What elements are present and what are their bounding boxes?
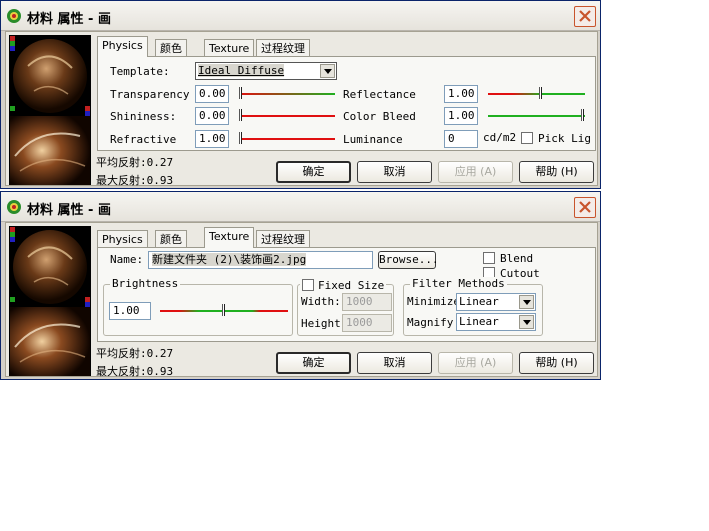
minimize-label: Minimize — [407, 295, 460, 308]
close-icon — [579, 10, 591, 22]
refractive-label: Refractive — [110, 133, 177, 146]
apply-button[interactable]: 应用 (A) — [438, 352, 513, 374]
texture-preview-image — [10, 116, 90, 185]
shininess-input[interactable]: 0.00 — [195, 107, 229, 125]
material-properties-window-texture: 材料 属性 - 画 Physics 颜色 Texture 过程纹理 Name: … — [0, 191, 601, 380]
luminance-unit: cd/m2 — [483, 131, 517, 144]
minimize-value: Linear — [459, 295, 499, 308]
cancel-button[interactable]: 取消 — [357, 161, 432, 183]
transparency-label: Transparency — [110, 88, 190, 101]
tab-texture[interactable]: Texture — [204, 39, 255, 57]
max-reflectance: 最大反射:0.93 — [96, 365, 174, 378]
browse-button[interactable]: Browse... — [378, 251, 439, 269]
width-label: Width: — [301, 295, 341, 308]
brightness-group: Brightness 1.00 — [103, 277, 293, 336]
name-label: Name: — [110, 253, 144, 266]
texture-panel: Name: 新建文件夹 (2)\装饰画2.jpg Browse... Blend… — [97, 247, 596, 342]
chevron-down-icon — [523, 320, 531, 325]
shininess-label: Shininess: — [110, 110, 177, 123]
luminance-input[interactable]: 0 — [444, 130, 478, 148]
app-icon — [7, 200, 21, 214]
texture-preview-image — [10, 307, 90, 376]
sphere-preview-image — [10, 36, 90, 116]
window-title: 材料 属性 - 画 — [27, 12, 111, 27]
reflectance-label: Reflectance — [343, 88, 416, 101]
fixed-size-checkbox[interactable] — [302, 279, 314, 291]
color-bleed-slider[interactable] — [488, 109, 585, 123]
average-reflectance: 平均反射:0.27 — [96, 156, 174, 169]
dropdown-arrow[interactable] — [320, 64, 335, 78]
texture-name-value: 新建文件夹 (2)\装饰画2.jpg — [152, 253, 307, 266]
help-button[interactable]: 帮助 (H) — [519, 161, 594, 183]
title-bar[interactable]: 材料 属性 - 画 — [1, 1, 600, 31]
minimize-select[interactable]: Linear — [456, 293, 536, 311]
refractive-input[interactable]: 1.00 — [195, 130, 229, 148]
chevron-down-icon — [523, 300, 531, 305]
apply-button[interactable]: 应用 (A) — [438, 161, 513, 183]
material-properties-window-physics: 材料 属性 - 画 Physics 颜色 Texture 过程纹理 Templa… — [0, 0, 601, 189]
close-button[interactable] — [574, 197, 596, 218]
brightness-input[interactable]: 1.00 — [109, 302, 151, 320]
average-reflectance: 平均反射:0.27 — [96, 347, 174, 360]
refractive-slider[interactable] — [239, 132, 335, 146]
template-value: Ideal Diffuse — [198, 64, 285, 77]
cancel-button[interactable]: 取消 — [357, 352, 432, 374]
brightness-title: Brightness — [110, 277, 181, 290]
luminance-label: Luminance — [343, 133, 403, 146]
fixed-size-header: Fixed Size — [300, 277, 387, 292]
tab-physics[interactable]: Physics — [97, 230, 148, 248]
close-button[interactable] — [574, 6, 596, 27]
close-icon — [579, 201, 591, 213]
brightness-slider[interactable] — [160, 304, 288, 318]
texture-name-input[interactable]: 新建文件夹 (2)\装饰画2.jpg — [148, 251, 373, 269]
transparency-input[interactable]: 0.00 — [195, 85, 229, 103]
chevron-down-icon — [324, 69, 332, 74]
sphere-preview-image — [10, 227, 90, 307]
pick-light-label: Pick Lig — [538, 132, 591, 145]
dropdown-arrow[interactable] — [519, 315, 534, 329]
color-bleed-label: Color Bleed — [343, 110, 416, 123]
blend-label: Blend — [500, 252, 534, 265]
tab-procedural-texture[interactable]: 过程纹理 — [256, 39, 310, 57]
height-input[interactable]: 1000 — [342, 314, 392, 332]
template-label: Template: — [110, 65, 170, 78]
help-button[interactable]: 帮助 (H) — [519, 352, 594, 374]
magnify-value: Linear — [459, 315, 499, 328]
app-icon — [7, 9, 21, 23]
height-label: Height — [301, 317, 341, 330]
physics-panel: Template: Ideal Diffuse Transparency 0.0… — [97, 56, 596, 151]
reflectance-slider[interactable] — [488, 87, 585, 101]
color-bleed-input[interactable]: 1.00 — [444, 107, 478, 125]
filter-methods-group: Filter Methods Minimize Linear Magnify L… — [403, 277, 543, 336]
magnify-label: Magnify — [407, 316, 454, 329]
title-bar[interactable]: 材料 属性 - 画 — [1, 192, 600, 222]
blend-checkbox[interactable] — [483, 252, 495, 264]
pick-light-checkbox[interactable] — [521, 132, 533, 144]
dialog-body: Physics 颜色 Texture 过程纹理 Template: Ideal … — [5, 31, 598, 187]
material-preview — [9, 35, 91, 185]
dropdown-arrow[interactable] — [519, 295, 534, 309]
tab-color[interactable]: 颜色 — [155, 39, 187, 57]
fixed-size-group: Fixed Size Width: 1000 Height 1000 — [297, 277, 394, 336]
dialog-body: Physics 颜色 Texture 过程纹理 Name: 新建文件夹 (2)\… — [5, 222, 598, 378]
tab-texture[interactable]: Texture — [204, 227, 255, 248]
ok-button[interactable]: 确定 — [276, 161, 351, 183]
max-reflectance: 最大反射:0.93 — [96, 174, 174, 187]
filter-methods-title: Filter Methods — [410, 277, 507, 290]
shininess-slider[interactable] — [239, 109, 335, 123]
reflectance-input[interactable]: 1.00 — [444, 85, 478, 103]
tab-physics[interactable]: Physics — [97, 36, 148, 57]
magnify-select[interactable]: Linear — [456, 313, 536, 331]
template-select[interactable]: Ideal Diffuse — [195, 62, 337, 80]
tab-procedural-texture[interactable]: 过程纹理 — [256, 230, 310, 248]
material-preview — [9, 226, 91, 376]
fixed-size-label: Fixed Size — [318, 279, 385, 292]
transparency-slider[interactable] — [239, 87, 335, 101]
width-input[interactable]: 1000 — [342, 293, 392, 311]
tab-color[interactable]: 颜色 — [155, 230, 187, 248]
window-title: 材料 属性 - 画 — [27, 203, 111, 218]
ok-button[interactable]: 确定 — [276, 352, 351, 374]
